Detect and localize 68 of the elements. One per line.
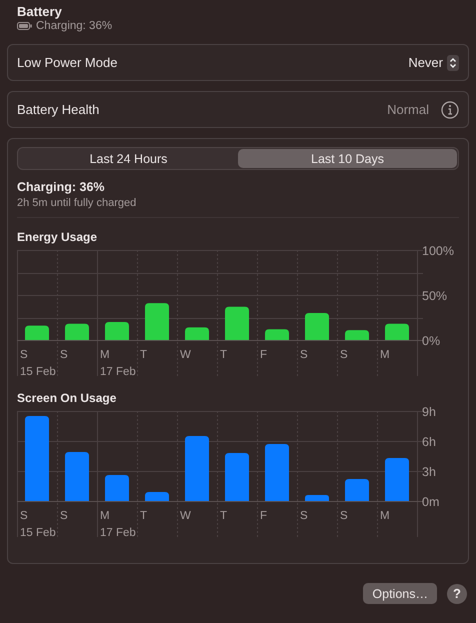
bar xyxy=(145,303,169,340)
bar xyxy=(65,452,89,501)
bar xyxy=(145,492,169,501)
help-button[interactable]: ? xyxy=(447,584,467,604)
axis-tick-label: 9h xyxy=(422,407,436,419)
setting-label: Low Power Mode xyxy=(17,55,118,70)
chart-title: Screen On Usage xyxy=(17,391,118,405)
day-label: S xyxy=(60,510,68,522)
axis-tick-label: 6h xyxy=(422,435,436,449)
day-label: W xyxy=(180,349,191,361)
range-tab[interactable]: Last 24 Hours xyxy=(19,149,238,168)
stepper-icon xyxy=(447,54,459,70)
day-label: S xyxy=(300,349,308,361)
axis-tick-label: 50% xyxy=(422,289,448,303)
day-label: S xyxy=(20,349,28,361)
date-label: 17 Feb xyxy=(100,366,136,378)
bar xyxy=(25,326,49,340)
charge-detail: 2h 5m until fully charged xyxy=(17,197,138,209)
popup-button[interactable]: Never xyxy=(408,54,459,70)
day-label: M xyxy=(380,510,390,522)
day-label: T xyxy=(220,510,228,522)
day-label: S xyxy=(20,510,28,522)
day-label: S xyxy=(340,349,348,361)
battery-status: Charging: 36% xyxy=(36,20,112,32)
axis-tick-label: 0m xyxy=(422,495,440,509)
bar xyxy=(385,324,409,340)
axis-tick-label: 3h xyxy=(422,465,436,479)
bar xyxy=(105,322,129,340)
date-label: 15 Feb xyxy=(20,366,56,378)
day-label: T xyxy=(140,510,148,522)
bar xyxy=(185,327,209,340)
bar xyxy=(385,458,409,501)
day-label: F xyxy=(260,510,268,522)
bar xyxy=(305,313,329,340)
day-label: S xyxy=(60,349,68,361)
section-title: Battery xyxy=(17,4,63,19)
bar xyxy=(265,444,289,501)
date-label: 17 Feb xyxy=(100,527,136,539)
day-label: F xyxy=(260,349,268,361)
range-tab[interactable]: Last 10 Days xyxy=(238,149,457,168)
day-label: M xyxy=(100,349,110,361)
setting-label: Battery Health xyxy=(17,102,100,117)
bar xyxy=(225,453,249,501)
day-label: T xyxy=(140,349,148,361)
day-label: T xyxy=(220,349,228,361)
day-label: M xyxy=(100,510,110,522)
info-icon xyxy=(441,100,459,118)
bar xyxy=(105,475,129,501)
bar xyxy=(225,306,249,340)
day-label: M xyxy=(380,349,390,361)
date-label: 15 Feb xyxy=(20,527,56,539)
bar xyxy=(305,495,329,501)
day-label: W xyxy=(180,510,191,522)
info-button[interactable] xyxy=(441,100,459,118)
day-label: S xyxy=(300,510,308,522)
health-value: Normal xyxy=(387,102,429,117)
bar xyxy=(65,324,89,340)
bar xyxy=(265,329,289,340)
charge-title: Charging: 36% xyxy=(17,180,106,194)
bar xyxy=(345,330,369,340)
axis-tick-label: 100% xyxy=(422,246,454,258)
bar xyxy=(345,479,369,501)
day-label: S xyxy=(340,510,348,522)
chart-title: Energy Usage xyxy=(17,230,98,244)
battery-icon xyxy=(17,22,32,30)
bar xyxy=(185,436,209,501)
options-button[interactable]: Options… xyxy=(363,583,437,604)
axis-tick-label: 0% xyxy=(422,334,440,348)
